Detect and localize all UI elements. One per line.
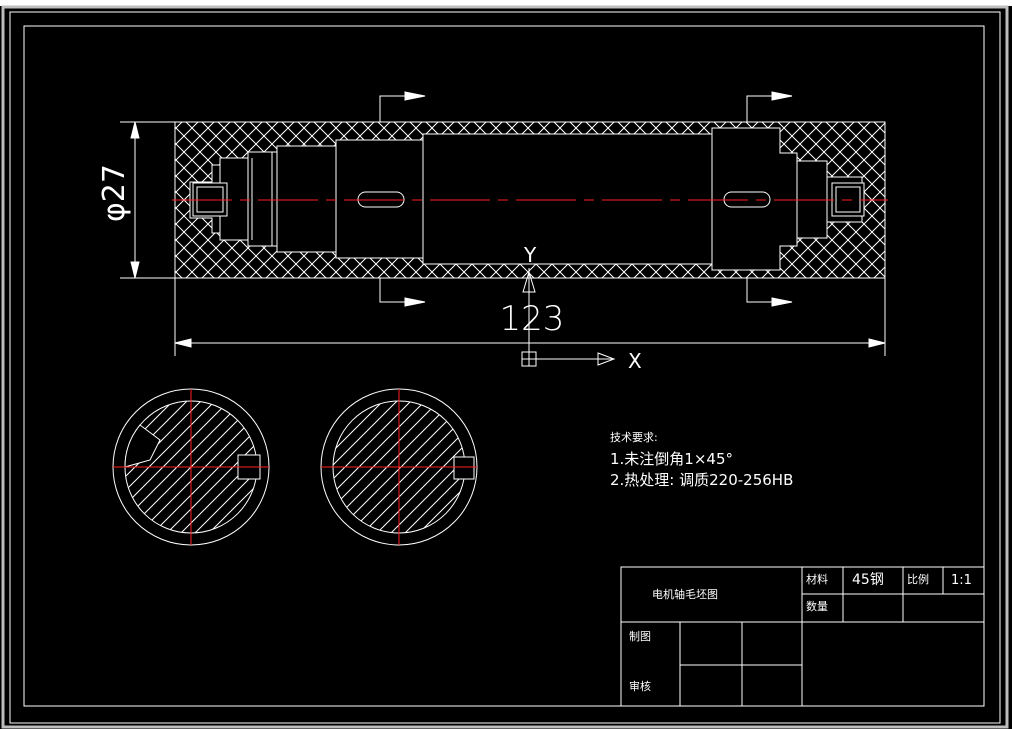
scale-label: 比例 [907, 572, 929, 586]
material-value: 45钢 [852, 572, 884, 588]
ucs-y-label: Y [523, 243, 537, 267]
quantity-label: 数量 [806, 600, 828, 613]
scale-value: 1:1 [951, 573, 972, 588]
cad-drawing-canvas[interactable]: φ27 123 Y X 技术要求: 1.未注倒角1×45° 2.热处理: 调质2… [0, 0, 1012, 729]
tech-item-2: 2.热处理: 调质220-256HB [610, 471, 793, 489]
title-strip [0, 0, 1012, 6]
ucs-x-label: X [628, 349, 642, 373]
drawn-by-label: 制图 [629, 630, 651, 643]
material-label: 材料 [806, 572, 828, 586]
drawing-name: 电机轴毛坯图 [652, 587, 718, 601]
checked-by-label: 审核 [629, 679, 651, 693]
tech-item-1: 1.未注倒角1×45° [610, 450, 733, 468]
diameter-label: φ27 [97, 164, 132, 222]
length-label: 123 [500, 299, 565, 339]
tech-title: 技术要求: [610, 431, 658, 444]
model-space [0, 6, 1012, 729]
